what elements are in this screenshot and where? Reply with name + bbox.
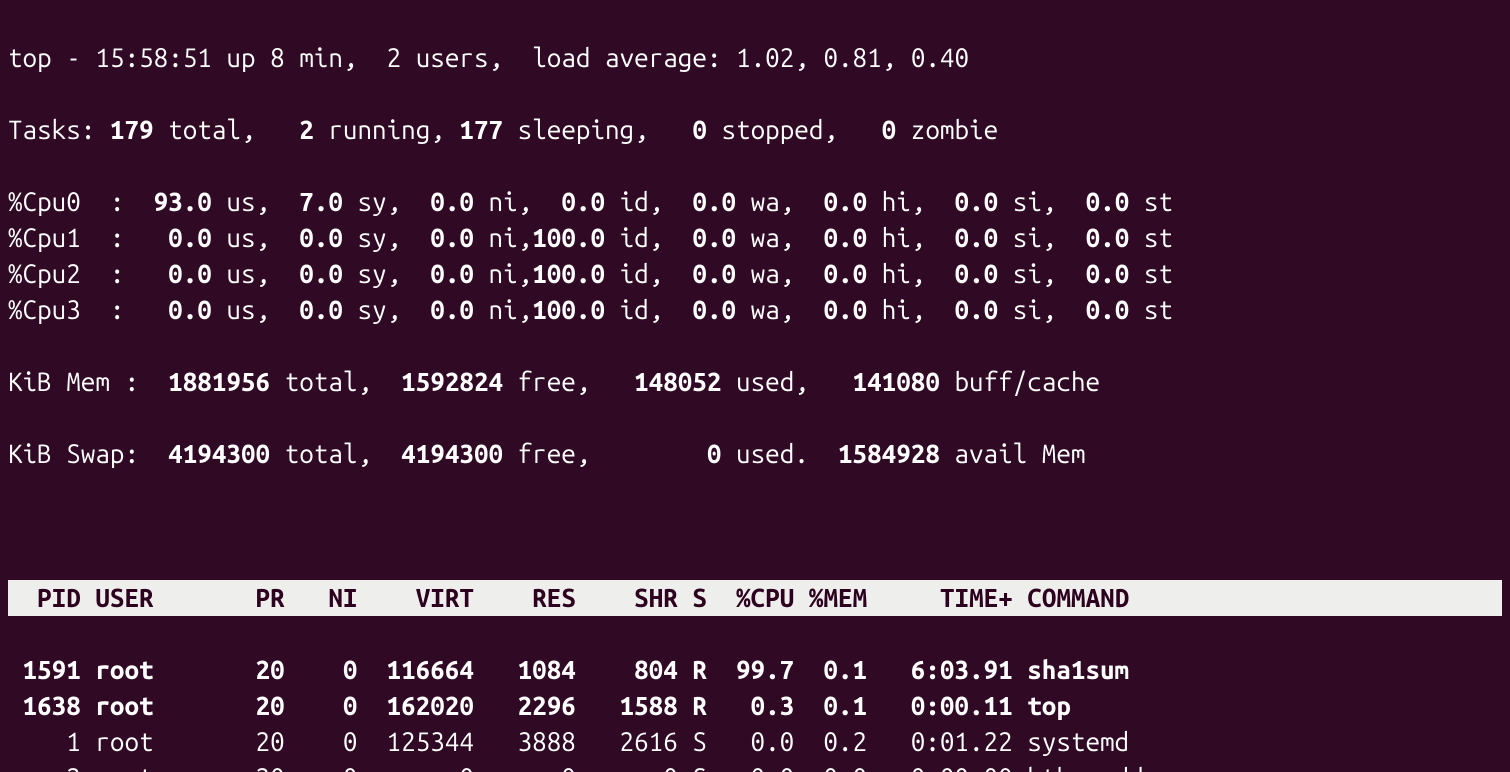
top-label: top -: [8, 43, 95, 72]
load-15: 0.40: [911, 43, 969, 72]
cpu-line-1: %Cpu1 : 0.0 us, 0.0 sy, 0.0 ni,100.0 id,…: [8, 220, 1502, 256]
cpu-line-3: %Cpu3 : 0.0 us, 0.0 sy, 0.0 ni,100.0 id,…: [8, 292, 1502, 328]
cpu-lines: %Cpu0 : 93.0 us, 7.0 sy, 0.0 ni, 0.0 id,…: [8, 184, 1502, 328]
mem-free: 1592824: [401, 367, 503, 396]
process-row: 2 root 20 0 0 0 0 S 0.0 0.0 0:00.00 kthr…: [8, 760, 1502, 772]
tasks-running: 2: [299, 115, 314, 144]
col-shr: SHR: [590, 583, 677, 612]
mem-buff: 141080: [853, 367, 940, 396]
blank-line: [8, 508, 1502, 544]
col-res: RES: [489, 583, 576, 612]
tasks-total: 179: [110, 115, 154, 144]
mem-used: 148052: [634, 367, 721, 396]
tasks-sleeping: 177: [459, 115, 503, 144]
col-pr: PR: [226, 583, 284, 612]
users-count: 2: [387, 43, 402, 72]
mem-total: 1881956: [168, 367, 270, 396]
load-1: 1.02: [736, 43, 794, 72]
up-label: up: [212, 43, 270, 72]
col-command: COMMAND: [1027, 583, 1275, 612]
col-user: USER: [95, 583, 211, 612]
swap-total: 4194300: [168, 439, 270, 468]
col-virt: VIRT: [372, 583, 474, 612]
col-ni: NI: [299, 583, 357, 612]
col-cpu: %CPU: [722, 583, 795, 612]
process-row: 1 root 20 0 125344 3888 2616 S 0.0 0.2 0…: [8, 724, 1502, 760]
process-header: PID USER PR NI VIRT RES SHR S %CPU %MEM …: [8, 580, 1502, 616]
col-pid: PID: [8, 583, 81, 612]
tasks-zombie: 0: [882, 115, 897, 144]
top-summary-line: top - 15:58:51 up 8 min, 2 users, load a…: [8, 40, 1502, 76]
terminal-output[interactable]: top - 15:58:51 up 8 min, 2 users, load a…: [0, 0, 1510, 772]
swap-avail: 1584928: [838, 439, 940, 468]
cpu-line-0: %Cpu0 : 93.0 us, 7.0 sy, 0.0 ni, 0.0 id,…: [8, 184, 1502, 220]
tasks-stopped: 0: [692, 115, 707, 144]
mem-line: KiB Mem : 1881956 total, 1592824 free, 1…: [8, 364, 1502, 400]
process-row: 1591 root 20 0 116664 1084 804 R 99.7 0.…: [8, 652, 1502, 688]
time-value: 15:58:51: [95, 43, 211, 72]
swap-used: 0: [707, 439, 722, 468]
col-s: S: [692, 583, 707, 612]
cpu-line-2: %Cpu2 : 0.0 us, 0.0 sy, 0.0 ni,100.0 id,…: [8, 256, 1502, 292]
swap-free: 4194300: [401, 439, 503, 468]
process-list: 1591 root 20 0 116664 1084 804 R 99.7 0.…: [8, 652, 1502, 772]
process-row: 1638 root 20 0 162020 2296 1588 R 0.3 0.…: [8, 688, 1502, 724]
col-time: TIME+: [882, 583, 1013, 612]
swap-line: KiB Swap: 4194300 total, 4194300 free, 0…: [8, 436, 1502, 472]
tasks-line: Tasks: 179 total, 2 running, 177 sleepin…: [8, 112, 1502, 148]
col-mem: %MEM: [809, 583, 867, 612]
load-5: 0.81: [823, 43, 881, 72]
uptime-value: 8 min: [270, 43, 343, 72]
